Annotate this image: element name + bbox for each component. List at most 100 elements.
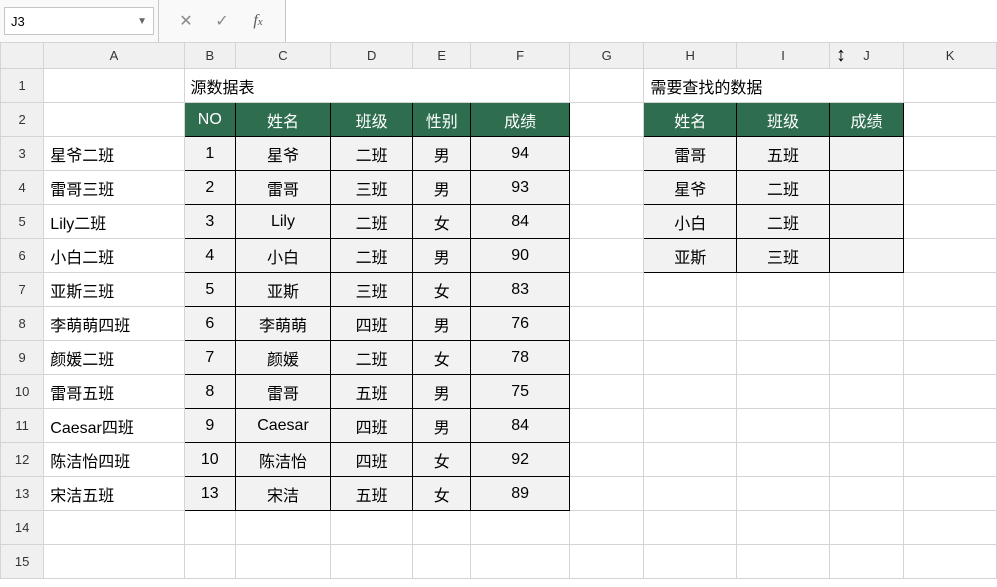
cell[interactable] — [829, 511, 903, 545]
cell[interactable]: 8 — [184, 375, 236, 409]
row-header[interactable]: 7 — [1, 273, 44, 307]
cell[interactable]: 3 — [184, 205, 236, 239]
cell[interactable] — [184, 511, 236, 545]
cell[interactable]: 13 — [184, 477, 236, 511]
row-header[interactable]: 12 — [1, 443, 44, 477]
cell[interactable] — [829, 171, 903, 205]
cell[interactable] — [236, 545, 331, 579]
cell[interactable] — [644, 341, 737, 375]
cell[interactable] — [904, 103, 997, 137]
cell[interactable]: 男 — [413, 307, 471, 341]
src-hdr[interactable]: NO — [184, 103, 236, 137]
row-header[interactable]: 1 — [1, 69, 44, 103]
cell[interactable] — [829, 273, 903, 307]
cell[interactable]: 二班 — [330, 137, 412, 171]
cell[interactable] — [829, 375, 903, 409]
cell[interactable]: 二班 — [330, 239, 412, 273]
cell[interactable]: 五班 — [330, 375, 412, 409]
cell[interactable]: 亚斯 — [236, 273, 331, 307]
cell[interactable] — [829, 205, 903, 239]
cell[interactable] — [644, 477, 737, 511]
cell[interactable] — [644, 443, 737, 477]
cell[interactable] — [570, 409, 644, 443]
lk-hdr[interactable]: 姓名 — [644, 103, 737, 137]
cell[interactable]: 亚斯 — [644, 239, 737, 273]
cell[interactable] — [904, 375, 997, 409]
cell[interactable]: 男 — [413, 137, 471, 171]
cell[interactable] — [904, 137, 997, 171]
cell[interactable] — [570, 171, 644, 205]
cell[interactable]: 男 — [413, 171, 471, 205]
cell[interactable] — [330, 511, 412, 545]
cell[interactable]: 雷哥 — [236, 171, 331, 205]
cell[interactable]: 男 — [413, 409, 471, 443]
cell[interactable]: 女 — [413, 273, 471, 307]
cell[interactable]: 陈洁怡 — [236, 443, 331, 477]
cell[interactable]: 5 — [184, 273, 236, 307]
cell[interactable] — [471, 545, 570, 579]
cell[interactable]: 亚斯三班 — [44, 273, 184, 307]
row-header[interactable]: 9 — [1, 341, 44, 375]
cell[interactable] — [904, 443, 997, 477]
row-header[interactable]: 5 — [1, 205, 44, 239]
src-hdr[interactable]: 性别 — [413, 103, 471, 137]
row-header[interactable]: 2 — [1, 103, 44, 137]
cell[interactable] — [829, 137, 903, 171]
cell[interactable] — [44, 103, 184, 137]
cell[interactable]: 星爷 — [236, 137, 331, 171]
cell[interactable] — [570, 239, 644, 273]
cell[interactable] — [829, 545, 903, 579]
cell[interactable] — [44, 545, 184, 579]
cell[interactable]: Lily — [236, 205, 331, 239]
row-header[interactable]: 10 — [1, 375, 44, 409]
cell[interactable] — [644, 511, 737, 545]
cell[interactable]: Caesar — [236, 409, 331, 443]
cell[interactable] — [904, 69, 997, 103]
cell[interactable] — [904, 341, 997, 375]
cell[interactable] — [904, 511, 997, 545]
cell[interactable] — [570, 511, 644, 545]
cell[interactable] — [184, 545, 236, 579]
cell[interactable] — [570, 545, 644, 579]
spreadsheet[interactable]: A B C D E F G H I J K 1 源数据表 — [0, 42, 997, 579]
cell[interactable]: 陈洁怡四班 — [44, 443, 184, 477]
row-header[interactable]: 13 — [1, 477, 44, 511]
cell[interactable] — [904, 409, 997, 443]
cell[interactable] — [737, 545, 830, 579]
col-header[interactable]: F — [471, 43, 570, 69]
col-header[interactable]: H — [644, 43, 737, 69]
col-header[interactable]: E — [413, 43, 471, 69]
cell[interactable]: 雷哥五班 — [44, 375, 184, 409]
cell[interactable]: 76 — [471, 307, 570, 341]
cell[interactable] — [737, 307, 830, 341]
row-header[interactable]: 11 — [1, 409, 44, 443]
cell[interactable]: 宋洁五班 — [44, 477, 184, 511]
cell[interactable]: 78 — [471, 341, 570, 375]
cell[interactable]: 二班 — [737, 205, 830, 239]
cell[interactable] — [644, 273, 737, 307]
source-title[interactable]: 源数据表 — [184, 69, 570, 103]
cell[interactable]: 星爷二班 — [44, 137, 184, 171]
cell[interactable]: 三班 — [330, 171, 412, 205]
cell[interactable] — [737, 273, 830, 307]
cell[interactable] — [330, 545, 412, 579]
cell[interactable]: 小白 — [236, 239, 331, 273]
cell[interactable]: 女 — [413, 443, 471, 477]
cell[interactable] — [829, 443, 903, 477]
cell[interactable] — [644, 409, 737, 443]
cell[interactable]: 五班 — [330, 477, 412, 511]
cell[interactable]: 93 — [471, 171, 570, 205]
cell[interactable]: 小白 — [644, 205, 737, 239]
cell[interactable] — [644, 375, 737, 409]
cell[interactable] — [904, 205, 997, 239]
cell[interactable] — [570, 443, 644, 477]
cell[interactable] — [44, 511, 184, 545]
cell[interactable]: 89 — [471, 477, 570, 511]
cell[interactable]: 李萌萌 — [236, 307, 331, 341]
cell[interactable]: 10 — [184, 443, 236, 477]
cell[interactable] — [644, 545, 737, 579]
cell[interactable]: 83 — [471, 273, 570, 307]
name-box[interactable]: J3 ▼ — [4, 7, 154, 35]
src-hdr[interactable]: 姓名 — [236, 103, 331, 137]
cell[interactable]: 四班 — [330, 443, 412, 477]
